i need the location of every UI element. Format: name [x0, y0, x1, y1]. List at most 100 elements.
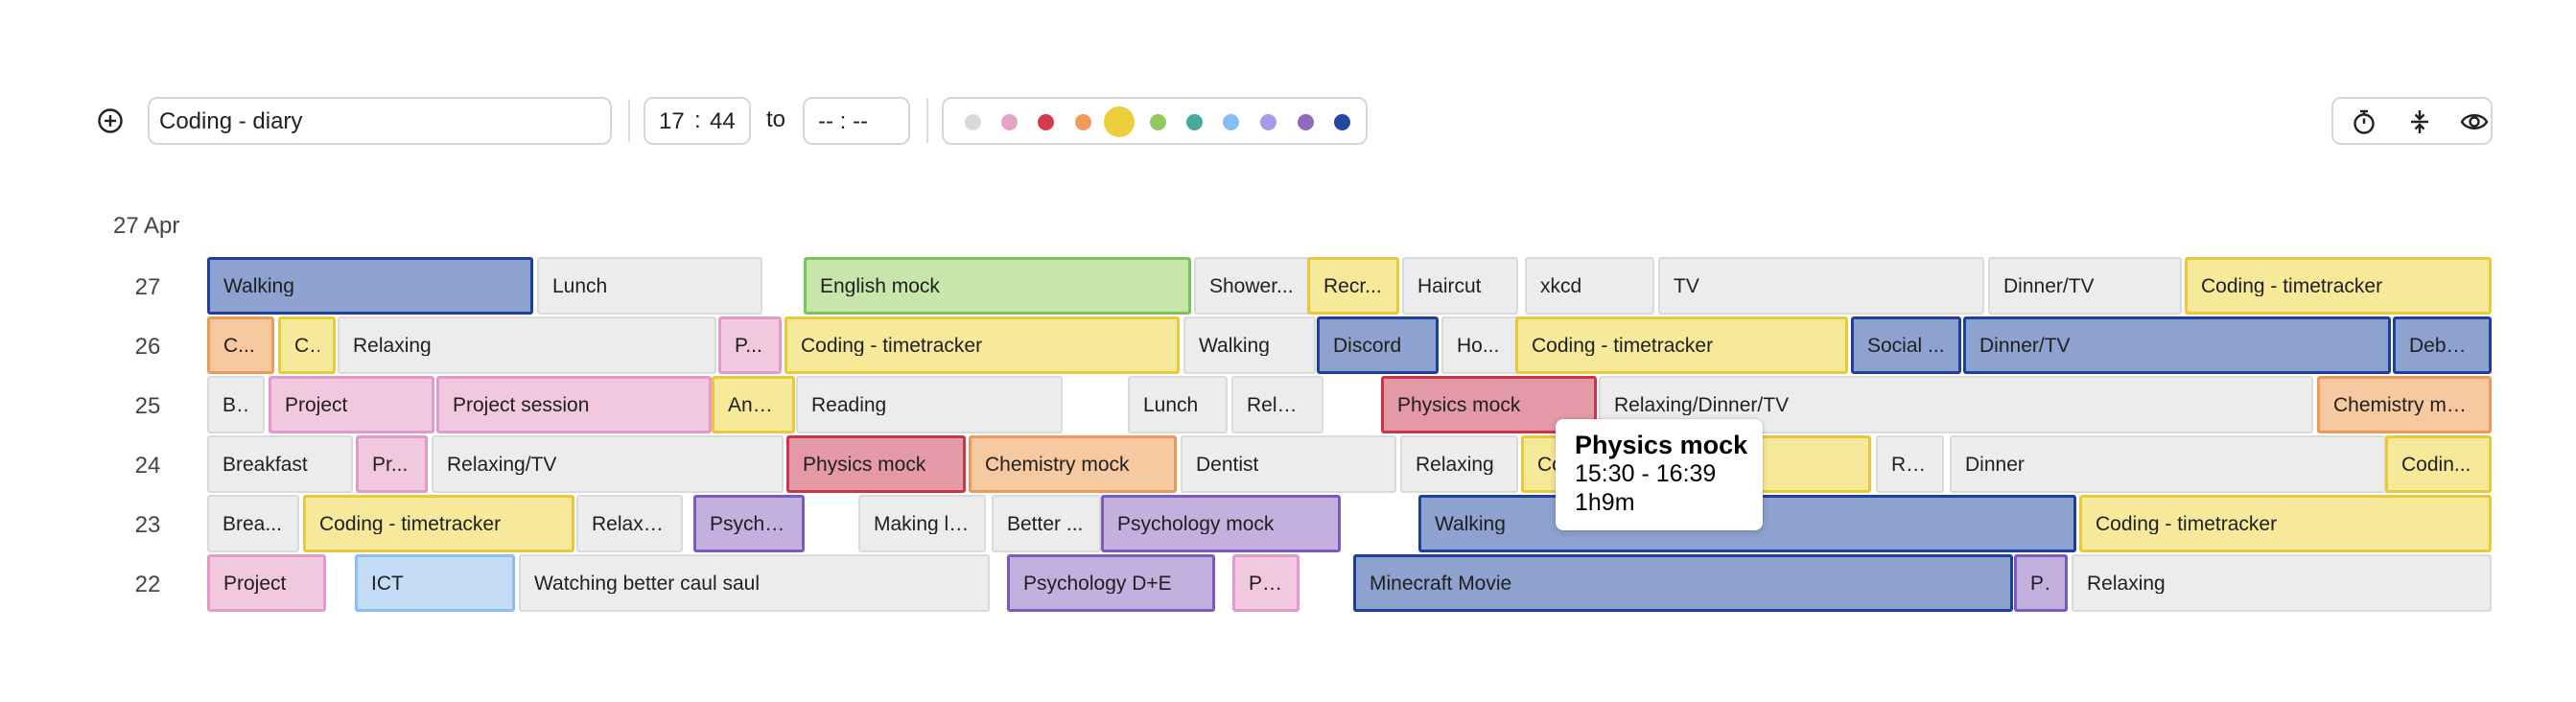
- time-block-label: Walking: [1199, 335, 1270, 356]
- color-picker[interactable]: [942, 97, 1368, 145]
- tooltip-title: Physics mock: [1575, 431, 1748, 459]
- color-swatch[interactable]: [1259, 113, 1276, 130]
- start-time-input[interactable]: 17 : 44: [644, 97, 751, 145]
- time-block[interactable]: Coding - timetracker: [785, 316, 1180, 374]
- time-block[interactable]: Pr...: [1232, 554, 1300, 612]
- add-entry-plus-circle-icon[interactable]: [97, 107, 124, 134]
- time-block[interactable]: Relax...: [1231, 376, 1323, 433]
- time-block[interactable]: Project session: [436, 376, 712, 433]
- time-block[interactable]: Codin...: [2385, 435, 2492, 493]
- time-block[interactable]: Coding - timetracker: [1515, 316, 1848, 374]
- time-block[interactable]: Psychology mock: [1101, 495, 1341, 552]
- time-block[interactable]: Relaxing: [576, 495, 683, 552]
- time-block[interactable]: ICT: [355, 554, 515, 612]
- view-options-group: [2331, 97, 2493, 145]
- time-block-label: Relax...: [1247, 394, 1308, 415]
- time-block[interactable]: Walking: [207, 257, 533, 315]
- time-block[interactable]: Rel...: [1876, 435, 1944, 493]
- time-block[interactable]: Lunch: [1128, 376, 1228, 433]
- time-block[interactable]: C...: [207, 316, 274, 374]
- color-swatch[interactable]: [1149, 113, 1166, 130]
- time-block[interactable]: Lunch: [537, 257, 762, 315]
- time-block-label: Psychology D+E: [1023, 573, 1172, 594]
- time-block[interactable]: Watching better caul saul: [519, 554, 990, 612]
- color-swatch[interactable]: [1297, 113, 1314, 130]
- time-block[interactable]: Pr...: [356, 435, 428, 493]
- time-block[interactable]: TV: [1658, 257, 1984, 315]
- time-block-label: Walking: [1435, 513, 1506, 534]
- time-block-label: Relaxing: [1416, 454, 1494, 475]
- time-block[interactable]: Haircut: [1402, 257, 1518, 315]
- color-swatch[interactable]: [1037, 113, 1054, 130]
- time-block-label: Psychology mock: [1117, 513, 1275, 534]
- time-block[interactable]: Dinner: [1950, 435, 2386, 493]
- time-block[interactable]: Physics mock: [786, 435, 966, 493]
- collapse-rows-icon[interactable]: [2406, 108, 2433, 135]
- color-swatch[interactable]: [1104, 106, 1135, 137]
- color-swatch[interactable]: [1000, 113, 1018, 130]
- time-block-label: Coding - timetracker: [2201, 275, 2383, 296]
- time-block[interactable]: Minecraft Movie: [1353, 554, 2013, 612]
- color-swatch[interactable]: [1222, 113, 1239, 130]
- time-block[interactable]: Relaxing/TV: [432, 435, 784, 493]
- time-block-label: Coding - timetracker: [801, 335, 983, 356]
- time-block[interactable]: Psycho...: [693, 495, 805, 552]
- time-block-label: Shower...: [1209, 275, 1294, 296]
- color-swatch[interactable]: [1185, 113, 1203, 130]
- time-block-label: Chemistry mock: [985, 454, 1130, 475]
- time-block[interactable]: Chemistry mock: [2317, 376, 2492, 433]
- time-block-label: Lunch: [1143, 394, 1199, 415]
- color-swatch[interactable]: [964, 113, 981, 130]
- time-block[interactable]: Shower...: [1194, 257, 1314, 315]
- time-block[interactable]: Ps.: [2014, 554, 2068, 612]
- time-block[interactable]: Coding - timetracker: [303, 495, 574, 552]
- time-block[interactable]: Social ...: [1851, 316, 1961, 374]
- time-block[interactable]: Coding - timetracker: [2185, 257, 2492, 315]
- time-block[interactable]: And...: [712, 376, 795, 433]
- time-block[interactable]: C...: [278, 316, 336, 374]
- time-block[interactable]: Breakfast: [207, 435, 353, 493]
- time-block-label: Physics mock: [1397, 394, 1521, 415]
- time-block[interactable]: Recr...: [1307, 257, 1399, 315]
- time-block[interactable]: Walking: [1183, 316, 1316, 374]
- time-block-label: Dinner/TV: [2003, 275, 2095, 296]
- time-block-label: Dinner/TV: [1979, 335, 2071, 356]
- time-block[interactable]: xkcd: [1525, 257, 1654, 315]
- time-block[interactable]: Dinner/TV: [1988, 257, 2182, 315]
- time-block[interactable]: Chemistry mock: [969, 435, 1177, 493]
- time-block-label: Project: [223, 573, 287, 594]
- color-swatch[interactable]: [1074, 113, 1091, 130]
- time-block[interactable]: Project: [269, 376, 434, 433]
- time-block[interactable]: Relaxing: [1400, 435, 1518, 493]
- time-block[interactable]: P...: [718, 316, 782, 374]
- time-block[interactable]: Better ...: [992, 495, 1101, 552]
- date-header: 27 Apr: [113, 213, 180, 239]
- time-block[interactable]: Relaxing: [2072, 554, 2492, 612]
- time-block-label: Coding - timetracker: [319, 513, 502, 534]
- time-block[interactable]: Project: [207, 554, 326, 612]
- color-swatch[interactable]: [1333, 113, 1350, 130]
- time-block[interactable]: Reading: [796, 376, 1063, 433]
- day-label: 27: [134, 274, 161, 300]
- time-block[interactable]: Dinner/TV: [1963, 316, 2391, 374]
- time-block[interactable]: Coding - timetracker: [2079, 495, 2492, 552]
- time-block-label: Pr...: [1249, 573, 1283, 594]
- task-name-input[interactable]: Coding - diary: [148, 97, 612, 145]
- time-block[interactable]: English mock: [804, 257, 1191, 315]
- to-label: to: [766, 106, 786, 132]
- time-block[interactable]: B...: [207, 376, 265, 433]
- time-block[interactable]: Discord: [1317, 316, 1439, 374]
- time-block[interactable]: Dentist: [1181, 435, 1396, 493]
- time-block-label: Lunch: [552, 275, 608, 296]
- time-block[interactable]: Ho...: [1441, 316, 1519, 374]
- time-block[interactable]: Debat...: [2393, 316, 2492, 374]
- time-block[interactable]: Making lu...: [858, 495, 986, 552]
- stopwatch-icon[interactable]: [2351, 108, 2377, 135]
- end-time-input[interactable]: -- : --: [803, 97, 910, 145]
- time-block[interactable]: Psychology D+E: [1007, 554, 1215, 612]
- eye-icon[interactable]: [2460, 108, 2489, 135]
- time-block-label: Rel...: [1891, 454, 1929, 475]
- time-block[interactable]: Relaxing: [338, 316, 716, 374]
- time-block[interactable]: Brea...: [207, 495, 299, 552]
- time-block-label: Brea...: [222, 513, 282, 534]
